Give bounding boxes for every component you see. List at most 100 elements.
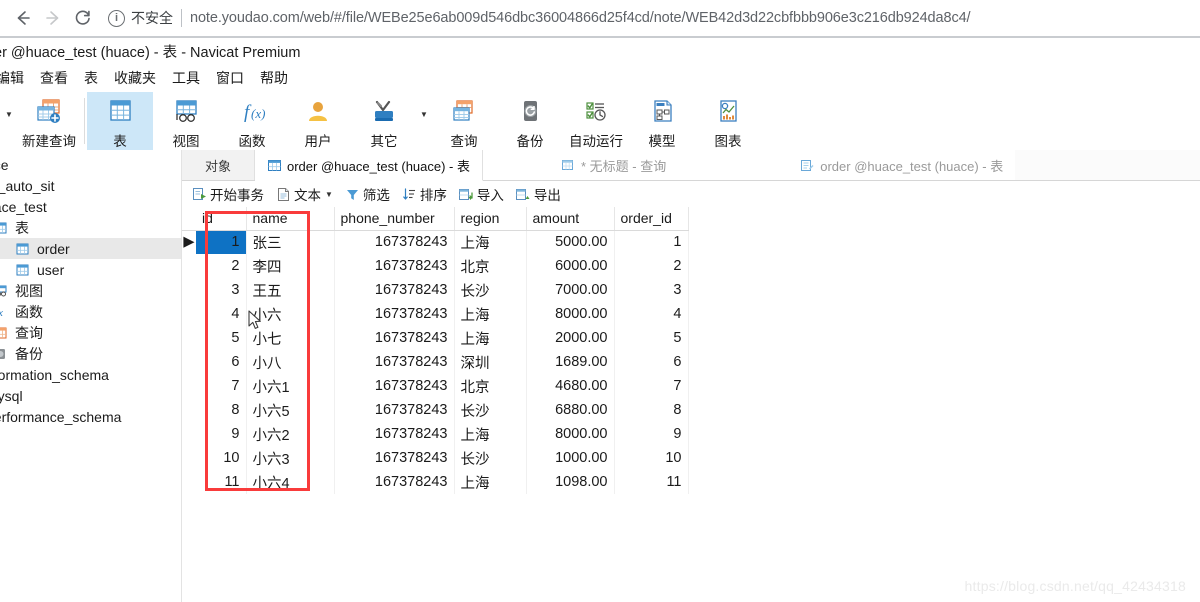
- cell-order-id[interactable]: 2: [614, 254, 689, 278]
- cell-id[interactable]: 3: [196, 278, 247, 302]
- toolbar-button-view[interactable]: 视图: [153, 92, 219, 150]
- tab-order-table-data[interactable]: order @huace_test (huace) - 表: [255, 150, 484, 181]
- sidebar-item-db-information-schema[interactable]: nformation_schema: [0, 364, 181, 385]
- export-button[interactable]: 导出: [510, 184, 567, 204]
- filter-button[interactable]: 筛选: [339, 184, 396, 204]
- toolbar-button-chart[interactable]: 图表: [695, 92, 761, 150]
- table-row[interactable]: 4 小六 167378243 上海 8000.00 4: [182, 302, 689, 326]
- chevron-down-icon[interactable]: ▼: [325, 190, 333, 199]
- sidebar-item-table-user[interactable]: user: [0, 259, 181, 280]
- cell-amount[interactable]: 6000.00: [526, 254, 615, 278]
- toolbar-button-user[interactable]: 用户: [285, 92, 351, 150]
- cell-region[interactable]: 上海: [454, 422, 527, 446]
- cell-amount[interactable]: 1098.00: [526, 470, 615, 494]
- cell-amount[interactable]: 8000.00: [526, 302, 615, 326]
- cell-id[interactable]: 10: [196, 446, 247, 470]
- sort-button[interactable]: 排序: [396, 184, 453, 204]
- cell-id[interactable]: 6: [196, 350, 247, 374]
- cell-id[interactable]: 9: [196, 422, 247, 446]
- cell-amount[interactable]: 1689.00: [526, 350, 615, 374]
- cell-order-id[interactable]: 6: [614, 350, 689, 374]
- menu-item-tools[interactable]: 工具: [164, 66, 208, 90]
- cell-phone-number[interactable]: 167378243: [334, 350, 455, 374]
- cell-amount[interactable]: 4680.00: [526, 374, 615, 398]
- cell-region[interactable]: 长沙: [454, 398, 527, 422]
- reload-button[interactable]: [68, 3, 98, 33]
- cell-order-id[interactable]: 1: [614, 230, 689, 254]
- sidebar-item-db-mysql[interactable]: mysql: [0, 385, 181, 406]
- cell-name[interactable]: 小六2: [246, 422, 335, 446]
- site-security-indicator[interactable]: i 不安全: [108, 8, 173, 28]
- cell-id[interactable]: 5: [196, 326, 247, 350]
- cell-region[interactable]: 深圳: [454, 350, 527, 374]
- back-button[interactable]: [8, 3, 38, 33]
- sidebar-item-db-performance-schema[interactable]: performance_schema: [0, 406, 181, 427]
- cell-phone-number[interactable]: 167378243: [334, 278, 455, 302]
- cell-region[interactable]: 北京: [454, 254, 527, 278]
- cell-name[interactable]: 小六1: [246, 374, 335, 398]
- cell-phone-number[interactable]: 167378243: [334, 230, 455, 254]
- column-header-amount[interactable]: amount: [526, 207, 615, 231]
- cell-region[interactable]: 上海: [454, 326, 527, 350]
- cell-phone-number[interactable]: 167378243: [334, 374, 455, 398]
- menu-item-help[interactable]: 帮助: [252, 66, 296, 90]
- cell-order-id[interactable]: 5: [614, 326, 689, 350]
- cell-phone-number[interactable]: 167378243: [334, 254, 455, 278]
- cell-order-id[interactable]: 7: [614, 374, 689, 398]
- cell-order-id[interactable]: 8: [614, 398, 689, 422]
- cell-name[interactable]: 小六: [246, 302, 335, 326]
- menu-item-view[interactable]: 查看: [32, 66, 76, 90]
- cell-phone-number[interactable]: 167378243: [334, 470, 455, 494]
- cell-name[interactable]: 张三: [246, 230, 335, 254]
- tab-objects[interactable]: 对象: [182, 150, 255, 180]
- cell-order-id[interactable]: 11: [614, 470, 689, 494]
- import-button[interactable]: 导入: [453, 184, 510, 204]
- cell-name[interactable]: 王五: [246, 278, 335, 302]
- cell-id[interactable]: 8: [196, 398, 247, 422]
- cell-region[interactable]: 北京: [454, 374, 527, 398]
- tab-order-table-design[interactable]: order @huace_test (huace) - 表: [788, 150, 1016, 180]
- table-row[interactable]: 3 王五 167378243 长沙 7000.00 3: [182, 278, 689, 302]
- cell-amount[interactable]: 7000.00: [526, 278, 615, 302]
- table-row[interactable]: 5 小七 167378243 上海 2000.00 5: [182, 326, 689, 350]
- table-row[interactable]: 8 小六5 167378243 长沙 6880.00 8: [182, 398, 689, 422]
- sidebar-item-queries-folder[interactable]: 查询: [0, 322, 181, 343]
- cell-id[interactable]: 11: [196, 470, 247, 494]
- cell-amount[interactable]: 8000.00: [526, 422, 615, 446]
- sidebar-item-table-order[interactable]: order: [0, 238, 181, 259]
- table-row[interactable]: 9 小六2 167378243 上海 8000.00 9: [182, 422, 689, 446]
- forward-button[interactable]: [38, 3, 68, 33]
- cell-phone-number[interactable]: 167378243: [334, 326, 455, 350]
- table-row[interactable]: 2 李四 167378243 北京 6000.00 2: [182, 254, 689, 278]
- sidebar-item-db-huace-test[interactable]: uace_test: [0, 196, 181, 217]
- toolbar-button-other[interactable]: 其它: [351, 92, 417, 150]
- cell-id[interactable]: 1: [196, 230, 247, 254]
- cell-amount[interactable]: 1000.00: [526, 446, 615, 470]
- cell-name[interactable]: 小七: [246, 326, 335, 350]
- table-row[interactable]: 11 小六4 167378243 上海 1098.00 11: [182, 470, 689, 494]
- toolbar-button-backup[interactable]: 备份: [497, 92, 563, 150]
- menu-item-favorites[interactable]: 收藏夹: [106, 66, 164, 90]
- tab-untitled-query[interactable]: * 无标题 - 查询: [549, 150, 679, 180]
- cell-region[interactable]: 上海: [454, 302, 527, 326]
- cell-order-id[interactable]: 4: [614, 302, 689, 326]
- cell-name[interactable]: 李四: [246, 254, 335, 278]
- cell-amount[interactable]: 2000.00: [526, 326, 615, 350]
- column-header-name[interactable]: name: [246, 207, 335, 231]
- cell-region[interactable]: 上海: [454, 470, 527, 494]
- toolbar-button-function[interactable]: f (x) 函数: [219, 92, 285, 150]
- column-header-region[interactable]: region: [454, 207, 527, 231]
- toolbar-button-query[interactable]: 查询: [431, 92, 497, 150]
- table-row[interactable]: 7 小六1 167378243 北京 4680.00 7: [182, 374, 689, 398]
- toolbar-button-new-query[interactable]: 新建查询: [16, 92, 82, 150]
- menu-item-edit[interactable]: 编辑: [0, 66, 32, 90]
- cell-phone-number[interactable]: 167378243: [334, 422, 455, 446]
- cell-name[interactable]: 小六3: [246, 446, 335, 470]
- toolbar-button-automation[interactable]: 自动运行: [563, 92, 629, 150]
- toolbar-button-table[interactable]: 表: [87, 92, 153, 150]
- cell-region[interactable]: 上海: [454, 230, 527, 254]
- text-button[interactable]: 文本 ▼: [270, 184, 339, 204]
- cell-id[interactable]: 7: [196, 374, 247, 398]
- cell-order-id[interactable]: 9: [614, 422, 689, 446]
- sidebar-item-backups-folder[interactable]: 备份: [0, 343, 181, 364]
